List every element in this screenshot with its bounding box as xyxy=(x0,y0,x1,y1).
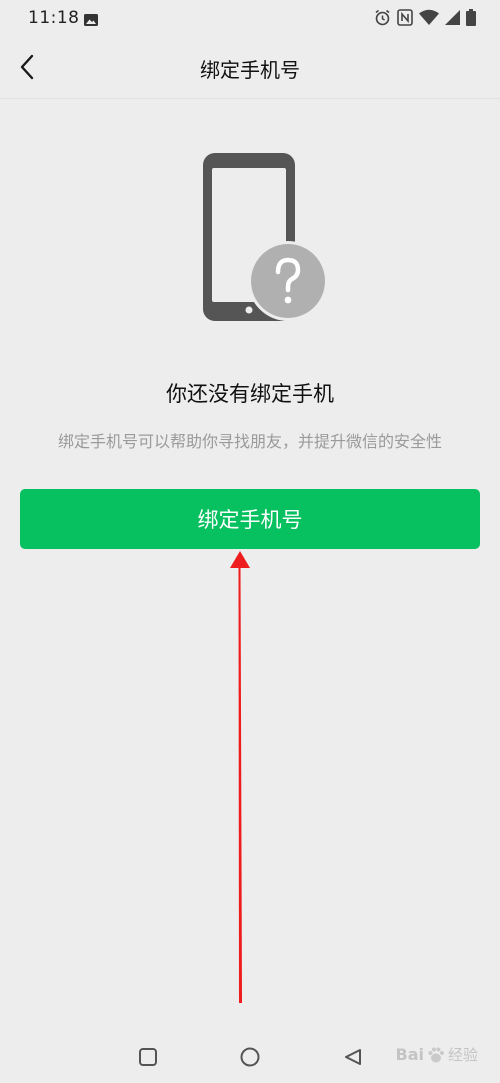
annotation-arrow xyxy=(230,551,250,1003)
watermark-suffix: 经验 xyxy=(447,1046,478,1064)
watermark-brand: Bai xyxy=(395,1045,424,1064)
back-triangle-icon[interactable] xyxy=(338,1042,368,1072)
recents-square-icon[interactable] xyxy=(133,1042,163,1072)
system-nav: Bai 经验 xyxy=(0,1030,500,1083)
home-circle-icon[interactable] xyxy=(235,1042,265,1072)
watermark: Bai 经验 xyxy=(396,1044,479,1065)
paw-icon xyxy=(428,1047,444,1062)
